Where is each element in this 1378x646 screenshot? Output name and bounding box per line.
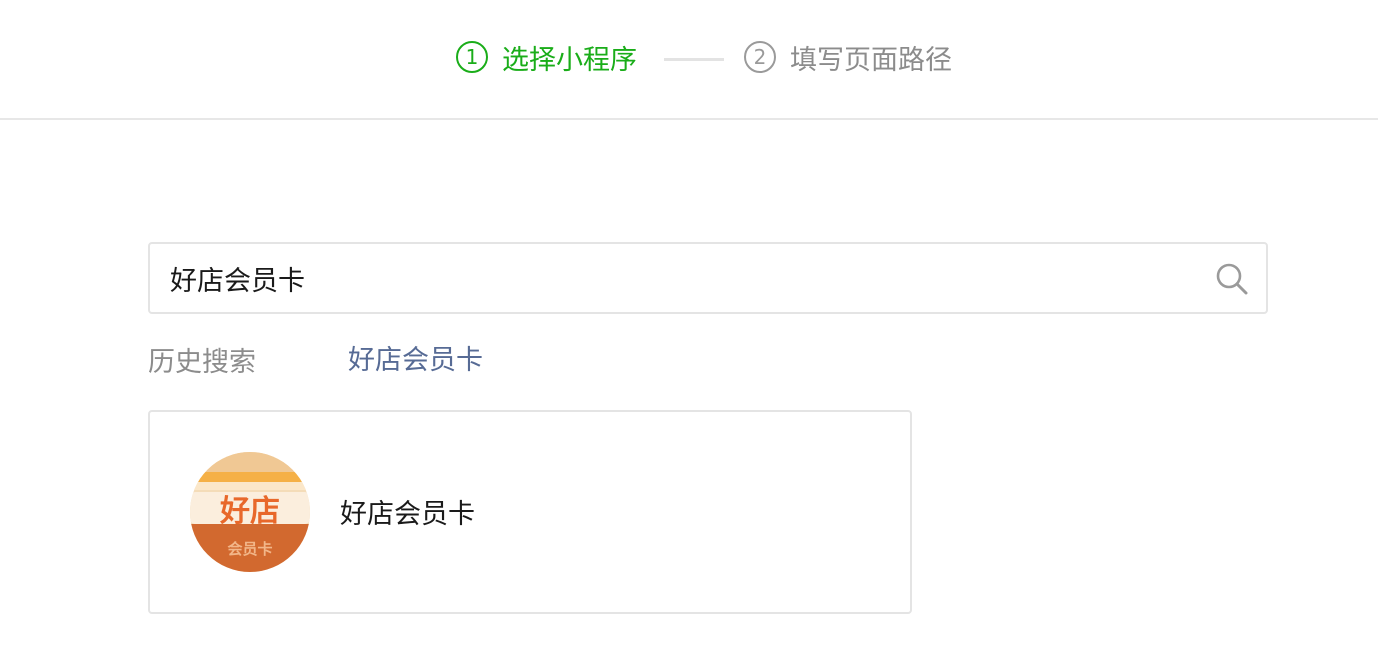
logo-main-text: 好店 xyxy=(219,494,280,529)
step-2-label: 填写页面路径 xyxy=(790,44,952,76)
step-connector xyxy=(664,58,724,61)
step-1-label: 选择小程序 xyxy=(502,44,637,76)
step-select-miniprogram: 1 选择小程序 xyxy=(456,37,637,77)
logo-sub-text: 会员卡 xyxy=(227,540,272,558)
app-name: 好店会员卡 xyxy=(340,499,475,530)
history-label: 历史搜索 xyxy=(148,347,256,378)
search-icon[interactable] xyxy=(1214,261,1250,297)
step-2-number: 2 xyxy=(744,41,776,73)
steps-header: 1 选择小程序 2 填写页面路径 xyxy=(0,0,1378,120)
search-box xyxy=(148,242,1268,314)
search-input[interactable] xyxy=(170,244,1190,312)
app-logo: 好店 会员卡 xyxy=(190,452,310,572)
step-1-number: 1 xyxy=(456,41,488,73)
history-item[interactable]: 好店会员卡 xyxy=(348,338,483,377)
result-card[interactable]: 好店 会员卡 好店会员卡 xyxy=(148,410,912,614)
step-fill-page-path: 2 填写页面路径 xyxy=(744,37,952,77)
